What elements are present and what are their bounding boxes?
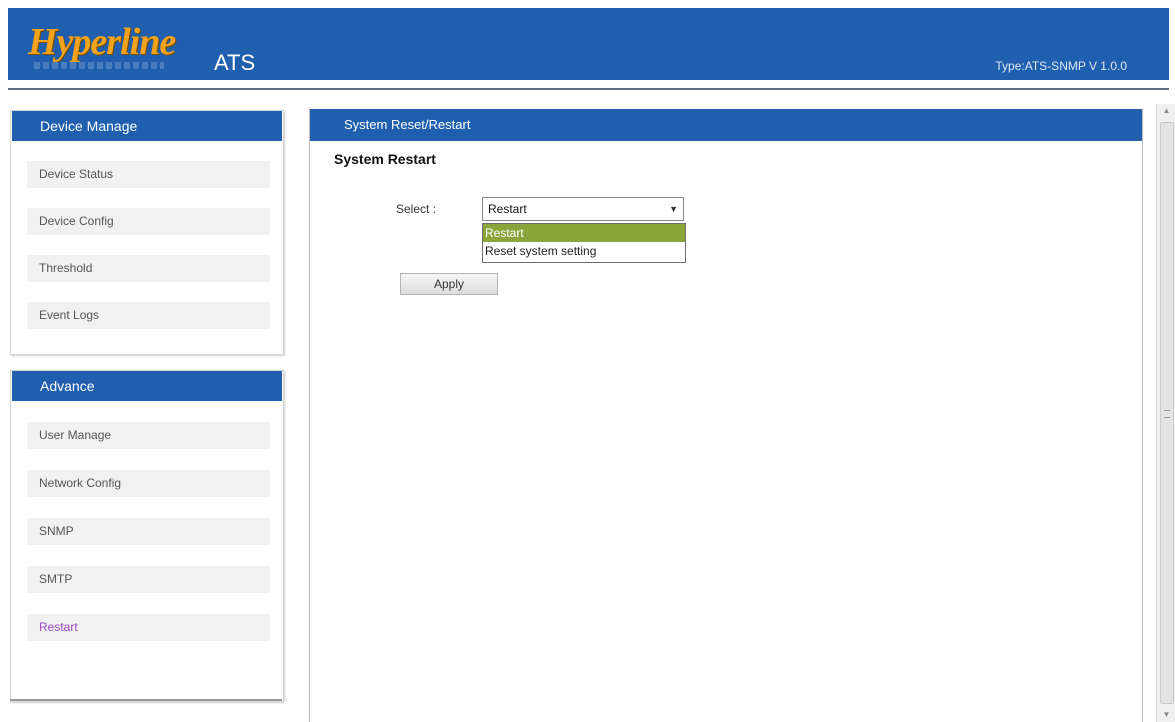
sidebar-item-device-status[interactable]: Device Status [27,161,270,188]
grip-icon [1164,410,1170,418]
sidebar-bottom-divider [10,699,282,701]
dropdown-option-reset-system-setting[interactable]: Reset system setting [483,242,685,260]
advance-heading: Advance [12,371,282,401]
scroll-up-arrow-icon[interactable]: ▲ [1157,104,1175,118]
page-scrollbar[interactable]: ▲ ▼ [1156,104,1175,722]
device-manage-heading: Device Manage [12,111,282,141]
hyperline-logo: Hyperline [28,21,176,63]
sidebar-item-restart[interactable]: Restart [27,614,270,641]
sidebar-item-snmp[interactable]: SNMP [27,518,270,545]
device-manage-panel: Device Manage Device Status Device Confi… [10,110,284,355]
app-name: ATS [214,50,256,75]
restart-mode-dropdown: Restart Reset system setting [482,223,686,263]
sidebar-item-device-config[interactable]: Device Config [27,208,270,235]
scrollbar-thumb[interactable] [1160,122,1174,704]
main-panel-heading: System Reset/Restart [310,109,1142,141]
sidebar-item-user-manage[interactable]: User Manage [27,422,270,449]
chevron-down-icon[interactable]: ▼ [669,198,678,220]
apply-button[interactable]: Apply [400,273,498,295]
top-header: Hyperline ATS Type:ATS-SNMP V 1.0.0 [8,8,1169,80]
advance-panel: Advance User Manage Network Config SNMP … [10,370,284,702]
logo-tagline-strip [34,62,164,69]
main-panel: System Reset/Restart System Restart Sele… [309,109,1143,722]
restart-mode-select[interactable]: Restart ▼ [482,197,684,221]
sidebar-item-network-config[interactable]: Network Config [27,470,270,497]
device-type-label: Type:ATS-SNMP V 1.0.0 [995,59,1127,73]
select-label: Select : [396,202,437,216]
header-divider [8,88,1169,90]
dropdown-option-restart[interactable]: Restart [483,224,685,242]
sidebar-item-threshold[interactable]: Threshold [27,255,270,282]
select-current-value: Restart [488,202,527,216]
sidebar-item-event-logs[interactable]: Event Logs [27,302,270,329]
scroll-down-arrow-icon[interactable]: ▼ [1157,708,1175,722]
sidebar-item-smtp[interactable]: SMTP [27,566,270,593]
section-title: System Restart [334,151,436,167]
